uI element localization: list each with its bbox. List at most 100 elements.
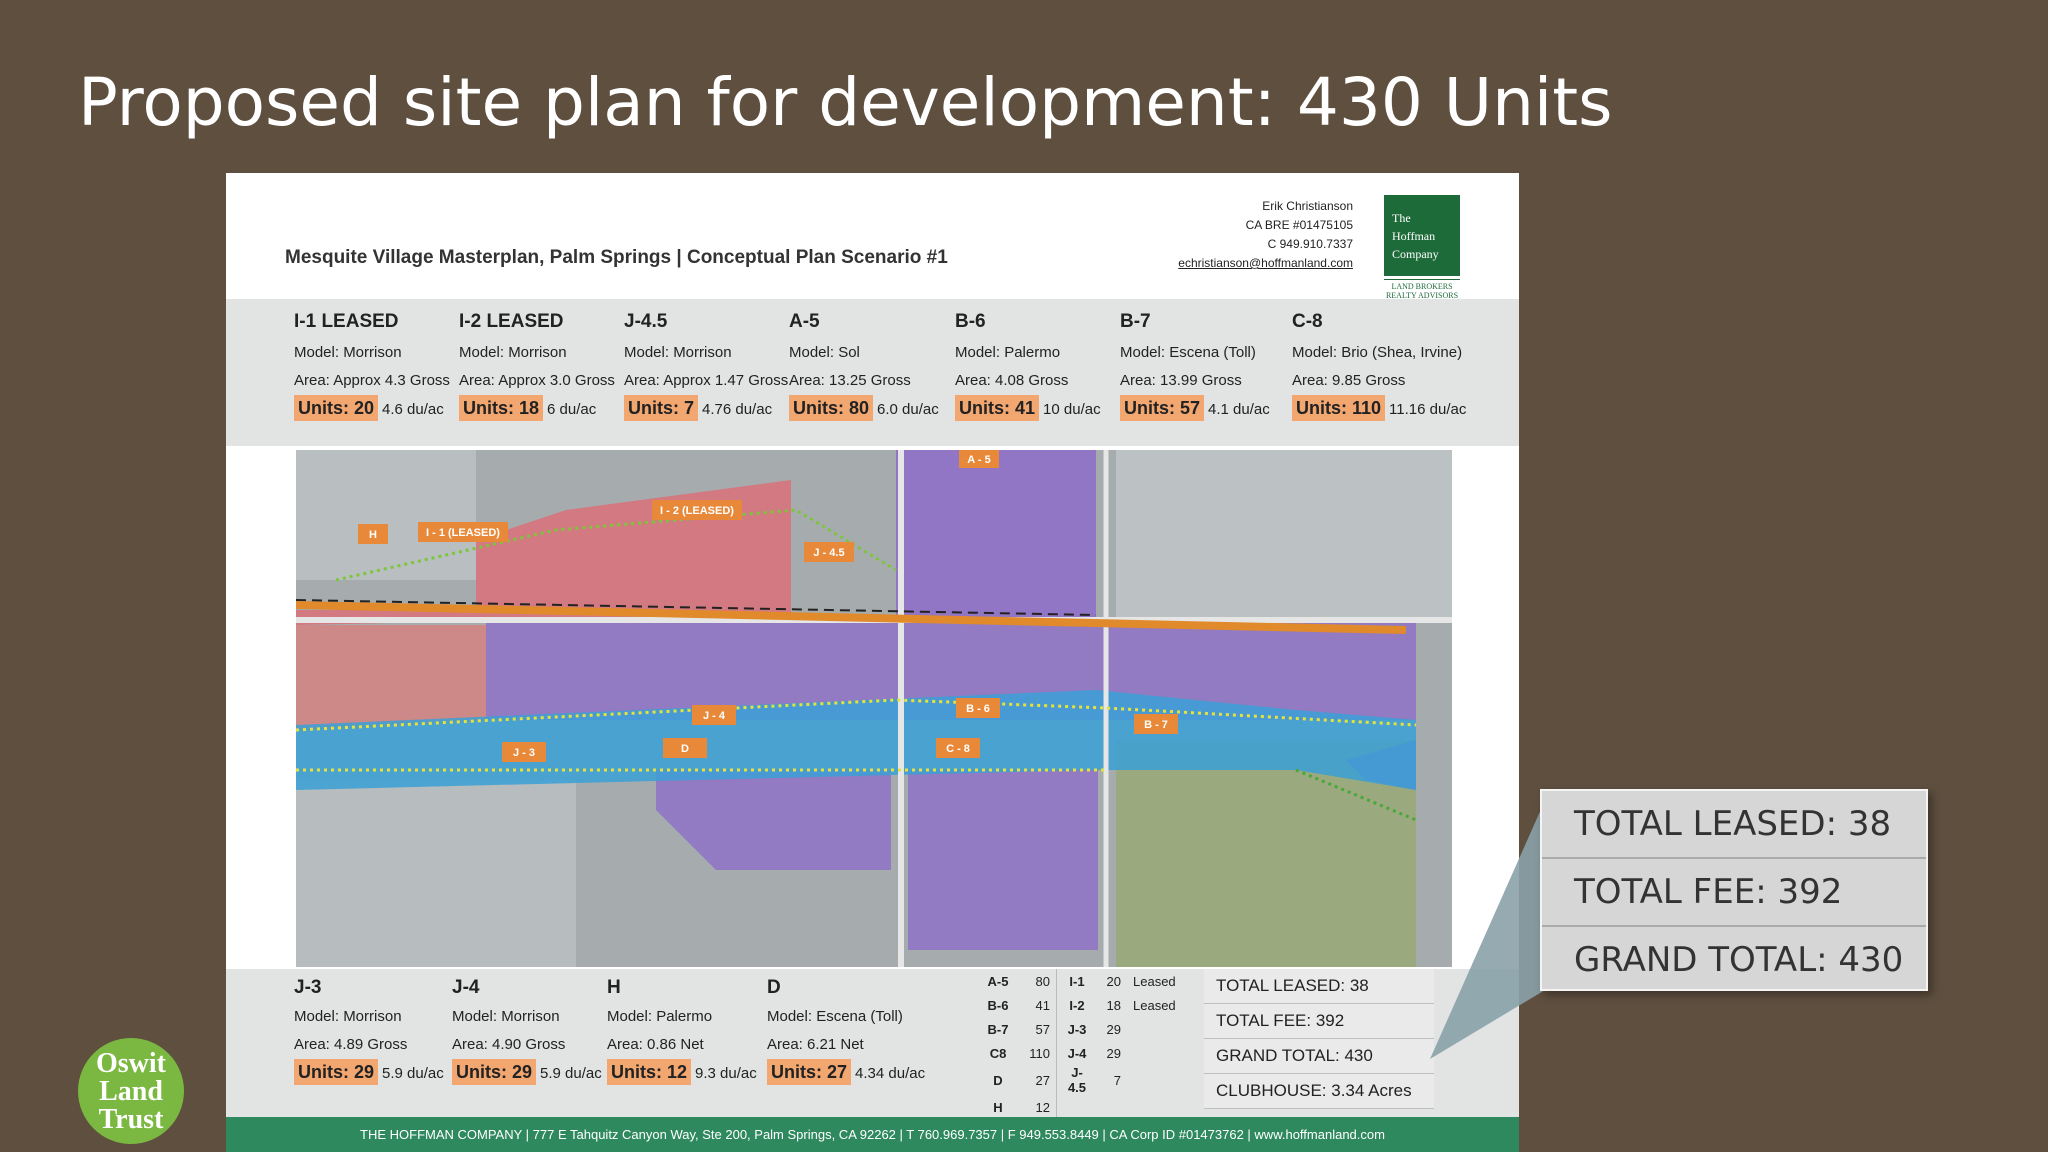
site-plan-sheet: Mesquite Village Masterplan, Palm Spring… (226, 173, 1519, 1152)
parcel-area: Area: 13.25 Gross (789, 372, 911, 389)
site-map-drawing: H I - 1 (LEASED) I - 2 (LEASED) J - 4.5 … (296, 450, 1452, 967)
parcel-area: Area: Approx 1.47 Gross (624, 372, 789, 389)
parcel-density: 5.9 du/ac (382, 1065, 444, 1082)
parcel-model: Model: Palermo (955, 344, 1061, 361)
parcel-units: Units: 20 (294, 395, 379, 421)
parcel-name: A-5 (789, 311, 820, 332)
hoffman-logo: The Hoffman Company LAND BROKERS REALTY … (1384, 195, 1460, 300)
map-label: D (663, 738, 707, 758)
parcel-density: 4.76 du/ac (702, 401, 773, 418)
parcel-units: Units: 80 (789, 395, 874, 421)
parcel-model: Model: Palermo (607, 1008, 713, 1025)
totals-callout: TOTAL LEASED: 38 TOTAL FEE: 392 GRAND TO… (1540, 789, 1928, 991)
svg-text:D: D (681, 743, 689, 755)
callout-fee: TOTAL FEE: 392 (1542, 859, 1926, 927)
parcel-name: C-8 (1292, 311, 1323, 332)
parcel-density: 4.34 du/ac (855, 1065, 926, 1082)
parcel-density: 5.9 du/ac (540, 1065, 602, 1082)
parcel-model: Model: Morrison (294, 344, 402, 361)
svg-text:J - 3: J - 3 (513, 747, 535, 759)
total-fee: TOTAL FEE: 392 (1204, 1004, 1434, 1039)
parcel-info: A-5 Model: Sol Area: 13.25 Gross Units: … (789, 311, 939, 424)
logo-line: The (1392, 211, 1411, 225)
parcel-info: I-1 LEASED Model: Morrison Area: Approx … (294, 311, 450, 424)
grand-total: GRAND TOTAL: 430 (1204, 1039, 1434, 1074)
parcel-area: Area: 4.90 Gross (452, 1036, 566, 1053)
svg-text:B - 7: B - 7 (1144, 719, 1168, 731)
badge-line: Trust (98, 1104, 164, 1135)
parcel-density: 9.3 du/ac (695, 1065, 757, 1082)
map-label: J - 4 (692, 705, 736, 725)
parcel-area: Area: 4.08 Gross (955, 372, 1069, 389)
parcel-name: J-4.5 (624, 311, 668, 332)
parcel-density: 4.1 du/ac (1208, 401, 1270, 418)
contact-phone: C 949.910.7337 (1267, 237, 1353, 251)
parcel-area: Area: Approx 4.3 Gross (294, 372, 450, 389)
parcel-model: Model: Morrison (624, 344, 732, 361)
parcel-name: J-3 (294, 977, 322, 998)
top-parcel-band: I-1 LEASED Model: Morrison Area: Approx … (226, 299, 1519, 446)
parcel-info: J-3 Model: Morrison Area: 4.89 Gross Uni… (294, 977, 444, 1088)
contact-license: CA BRE #01475105 (1245, 218, 1353, 232)
parcel-info: J-4 Model: Morrison Area: 4.90 Gross Uni… (452, 977, 602, 1088)
table-row: A-5 80 I-1 20 Leased (978, 969, 1199, 993)
total-leased: TOTAL LEASED: 38 (1204, 969, 1434, 1004)
site-map: H I - 1 (LEASED) I - 2 (LEASED) J - 4.5 … (296, 450, 1452, 967)
contact-email-link[interactable]: echristianson@hoffmanland.com (1178, 254, 1353, 273)
parcel-name: H (607, 977, 621, 998)
svg-text:J - 4: J - 4 (703, 710, 726, 722)
callout-leased: TOTAL LEASED: 38 (1542, 791, 1926, 859)
svg-text:C - 8: C - 8 (946, 743, 970, 755)
parcel-name: J-4 (452, 977, 480, 998)
parcel-units: Units: 7 (624, 395, 699, 421)
svg-text:A - 5: A - 5 (967, 454, 990, 466)
parcel-density: 10 du/ac (1043, 401, 1101, 418)
map-label: A - 5 (959, 450, 999, 468)
table-row: B-7 57 J-3 29 (978, 1017, 1199, 1041)
svg-text:H: H (369, 529, 377, 541)
parcel-info: D Model: Escena (Toll) Area: 6.21 Net Un… (767, 977, 925, 1088)
footer-bar: THE HOFFMAN COMPANY | 777 E Tahquitz Can… (226, 1117, 1519, 1152)
parcel-area: Area: Approx 3.0 Gross (459, 372, 615, 389)
clubhouse-area: CLUBHOUSE: 3.34 Acres (1204, 1074, 1434, 1109)
oswit-land-trust-logo: Oswit Land Trust (78, 1038, 184, 1144)
parcel-name: D (767, 977, 781, 998)
map-label: C - 8 (936, 738, 980, 758)
parcel-model: Model: Morrison (294, 1008, 402, 1025)
parcel-model: Model: Escena (Toll) (1120, 344, 1256, 361)
parcel-model: Model: Sol (789, 344, 860, 361)
svg-text:J - 4.5: J - 4.5 (813, 547, 844, 559)
callout-pointer (1430, 789, 1550, 1059)
parcel-model: Model: Morrison (459, 344, 567, 361)
parcel-info: B-7 Model: Escena (Toll) Area: 13.99 Gro… (1120, 311, 1270, 424)
contact-block: Erik Christianson CA BRE #01475105 C 949… (1178, 197, 1353, 273)
parcel-info: I-2 LEASED Model: Morrison Area: Approx … (459, 311, 615, 424)
map-label: H (358, 524, 388, 544)
map-label: B - 7 (1134, 714, 1178, 734)
map-label: J - 3 (502, 742, 546, 762)
table-row: C8 110 J-4 29 (978, 1041, 1199, 1065)
map-label: B - 6 (956, 698, 1000, 718)
parcel-units: Units: 29 (294, 1059, 379, 1085)
parcel-area: Area: 13.99 Gross (1120, 372, 1242, 389)
parcel-density: 11.16 du/ac (1389, 401, 1467, 418)
bottom-parcel-band: J-3 Model: Morrison Area: 4.89 Gross Uni… (226, 969, 1519, 1119)
slide-title: Proposed site plan for development: 430 … (78, 64, 1613, 141)
parcel-units: Units: 110 (1292, 395, 1386, 421)
parcel-area: Area: 6.21 Net (767, 1036, 864, 1053)
parcel-units: Units: 57 (1120, 395, 1205, 421)
parcel-name: B-7 (1120, 311, 1151, 332)
parcel-info: H Model: Palermo Area: 0.86 Net Units: 1… (607, 977, 757, 1088)
parcel-info: B-6 Model: Palermo Area: 4.08 Gross Unit… (955, 311, 1101, 424)
logo-sub: LAND BROKERS (1391, 282, 1453, 291)
parcel-units: Units: 12 (607, 1059, 692, 1085)
unit-count-table: A-5 80 I-1 20 Leased B-6 41 I-2 18 Leased B-7 5… (978, 969, 1200, 1119)
logo-line: Hoffman (1392, 229, 1436, 243)
logo-line: Company (1392, 247, 1439, 261)
parcel-name: I-1 LEASED (294, 311, 399, 332)
parcel-units: Units: 27 (767, 1059, 852, 1085)
parcel-units: Units: 29 (452, 1059, 537, 1085)
parcel-density: 6.0 du/ac (877, 401, 939, 418)
parcel-area: Area: 0.86 Net (607, 1036, 704, 1053)
parcel-area: Area: 9.85 Gross (1292, 372, 1406, 389)
